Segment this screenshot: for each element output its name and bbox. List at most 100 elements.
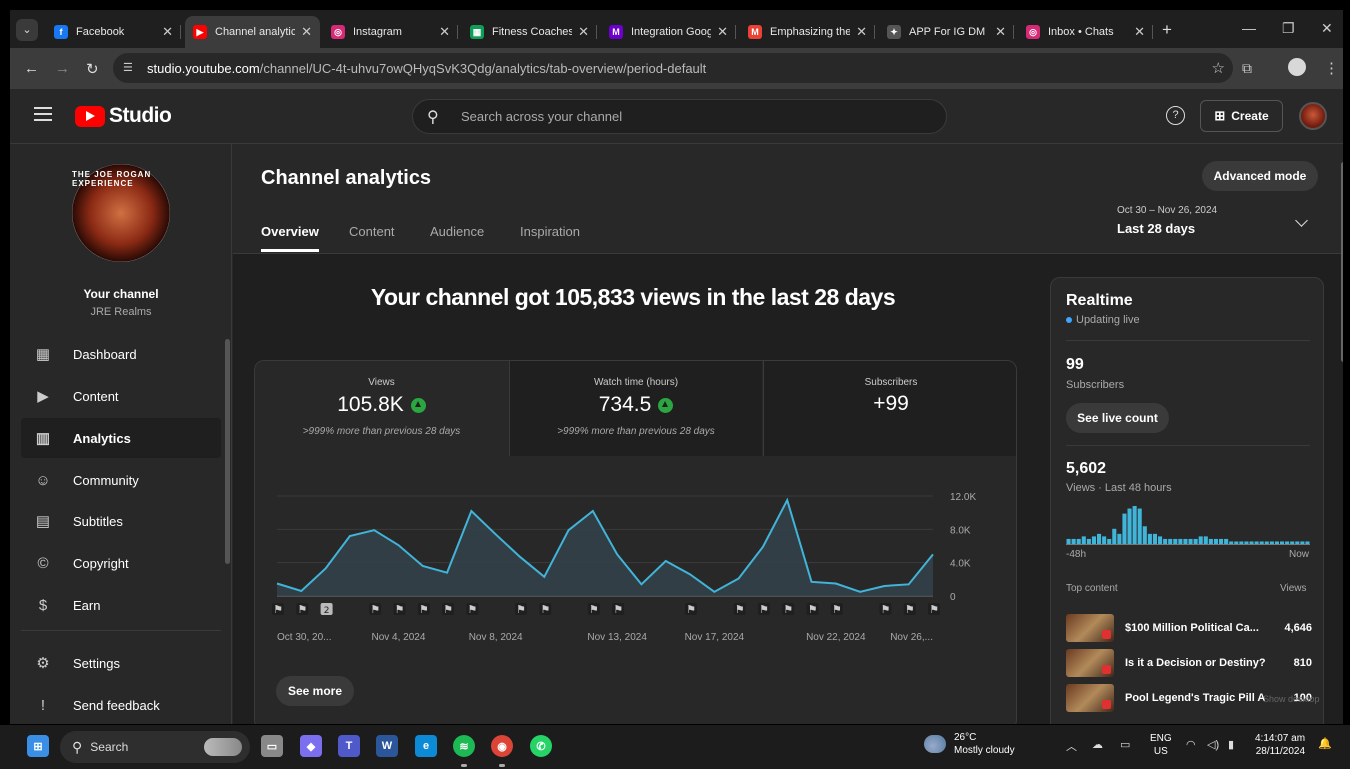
restore-icon[interactable]: ❐ (1282, 20, 1295, 37)
sidebar-scrollbar[interactable] (225, 339, 230, 564)
sidebar-item-copyright[interactable]: © Copyright (21, 543, 221, 583)
tab-audience[interactable]: Audience (430, 224, 484, 249)
sidebar-item-settings[interactable]: ⚙ Settings (21, 643, 221, 683)
browser-menu-icon[interactable]: ⋮ (1324, 59, 1339, 77)
back-icon[interactable]: ← (24, 60, 39, 77)
battery-charging-icon[interactable]: ▮ (1228, 738, 1234, 751)
sidebar-item-send-feedback[interactable]: ! Send feedback (21, 685, 221, 724)
bar (1158, 536, 1163, 544)
wifi-icon[interactable]: ◠ (1186, 738, 1196, 751)
copilot-icon[interactable]: ◆ (300, 735, 322, 757)
tab-inspiration[interactable]: Inspiration (520, 224, 580, 249)
site-info-icon[interactable]: ☰ (123, 61, 133, 74)
reload-icon[interactable]: ↻ (86, 60, 99, 78)
top-content-title: $100 Million Political Ca... (1125, 622, 1259, 634)
taskbar-search[interactable]: ⚲ Search (60, 731, 250, 763)
bar (1097, 533, 1102, 544)
page-scrollbar[interactable] (1341, 162, 1343, 362)
new-tab-button[interactable]: + (1162, 20, 1172, 40)
hamburger-menu-icon[interactable] (34, 107, 52, 121)
top-content-item[interactable]: Is it a Decision or Destiny? ... 810 (1066, 649, 1312, 677)
chevron-down-icon[interactable] (1295, 214, 1308, 227)
close-tab-icon[interactable]: ✕ (301, 24, 312, 40)
page-title: Channel analytics (261, 167, 432, 189)
close-tab-icon[interactable]: ✕ (578, 24, 589, 40)
word-icon[interactable]: W (376, 735, 398, 757)
copyright-icon: © (37, 554, 49, 572)
tab-overview[interactable]: Overview (261, 224, 319, 252)
battery-icon[interactable]: ▭ (1120, 738, 1130, 751)
browser-tab[interactable]: M Emphasizing the ✕ (740, 16, 875, 48)
tab-search-button[interactable]: ⌄ (16, 19, 38, 41)
close-tab-icon[interactable]: ✕ (439, 24, 450, 40)
metric-subscribers[interactable]: Subscribers +99 (763, 361, 1016, 456)
close-tab-icon[interactable]: ✕ (856, 24, 867, 40)
edge-icon[interactable]: e (415, 735, 437, 757)
chrome-icon[interactable]: ◉ (491, 735, 513, 757)
spotify-icon[interactable]: ≋ (453, 735, 475, 757)
bar (1208, 538, 1213, 544)
browser-tab[interactable]: ▶ Channel analytic ✕ (185, 16, 320, 48)
browser-tab-title: Fitness Coaches (492, 26, 573, 38)
browser-tab-title: Channel analytic (215, 26, 296, 38)
extensions-icon[interactable]: ⧉ (1242, 60, 1252, 77)
clock[interactable]: 4:14:07 am 28/11/2024 (1255, 732, 1305, 758)
close-tab-icon[interactable]: ✕ (717, 24, 728, 40)
studio-logo[interactable]: Studio (75, 104, 172, 128)
metric-watch[interactable]: Watch time (hours) 734.5 >999% more than p… (509, 361, 762, 456)
sidebar-item-analytics[interactable]: ▥ Analytics (21, 418, 221, 458)
weather-widget[interactable]: 26°C Mostly cloudy (924, 731, 1015, 757)
see-more-button[interactable]: See more (276, 676, 354, 706)
top-content-item[interactable]: $100 Million Political Ca... 4,646 (1066, 614, 1312, 642)
browser-tab[interactable]: M Integration Goog ✕ (601, 16, 736, 48)
sidebar-item-community[interactable]: ☺ Community (21, 460, 221, 500)
date-period[interactable]: Last 28 days (1117, 221, 1195, 236)
close-tab-icon[interactable]: ✕ (162, 24, 173, 40)
see-live-count-button[interactable]: See live count (1066, 403, 1169, 433)
profile-avatar[interactable] (1288, 58, 1306, 76)
bar (1219, 538, 1224, 544)
sidebar-item-dashboard[interactable]: ▦ Dashboard (21, 334, 221, 374)
minimize-icon[interactable]: — (1242, 20, 1256, 36)
windows-start-icon[interactable]: ⊞ (27, 735, 49, 757)
search-highlight-image (204, 738, 242, 756)
onedrive-icon[interactable]: ☁ (1092, 738, 1103, 751)
close-tab-icon[interactable]: ✕ (1134, 24, 1145, 40)
show-hidden-icons-icon[interactable]: ︿ (1066, 738, 1077, 754)
close-tab-icon[interactable]: ✕ (995, 24, 1006, 40)
account-avatar[interactable] (1299, 102, 1327, 130)
help-icon[interactable]: ? (1166, 106, 1185, 125)
volume-icon[interactable]: ◁) (1207, 738, 1219, 751)
browser-tab-title: Instagram (353, 26, 402, 38)
browser-tab[interactable]: ◎ Instagram ✕ (323, 16, 458, 48)
browser-toolbar: ← → ↻ ☰ studio.youtube.com/channel/UC-4t… (10, 48, 1343, 89)
metric-views[interactable]: Views 105.8K >999% more than previous 28 d… (255, 361, 508, 456)
address-bar[interactable]: ☰ studio.youtube.com/channel/UC-4t-uhvu7… (113, 53, 1233, 83)
advanced-mode-button[interactable]: Advanced mode (1202, 161, 1318, 191)
realtime-subscribers-label: Subscribers (1066, 379, 1125, 391)
sidebar-item-subtitles[interactable]: ▤ Subtitles (21, 501, 221, 541)
browser-tab[interactable]: ◎ Inbox • Chats ✕ (1018, 16, 1153, 48)
realtime-subscribers-value: 99 (1066, 356, 1084, 373)
file-explorer-icon[interactable]: ▭ (261, 735, 283, 757)
views-chart[interactable]: 0 4.0K 8.0K 12.0K ⚑ ⚑ 2 ⚑ ⚑ ⚑ ⚑ ⚑ ⚑ ⚑ ⚑ ⚑ ⚑ ⚑ ⚑ ⚑ ⚑ ⚑ ⚑ ⚑ ⚑ Oct 3… (255, 456, 1017, 651)
create-button[interactable]: ⊞ Create (1200, 100, 1283, 132)
language-indicator[interactable]: ENG US (1150, 732, 1172, 758)
notification-bell-icon[interactable]: 🔔 (1318, 737, 1332, 750)
close-window-icon[interactable]: ✕ (1321, 20, 1333, 37)
sidebar-item-content[interactable]: ▶ Content (21, 376, 221, 416)
browser-tab[interactable]: ✦ APP For IG DM ✕ (879, 16, 1014, 48)
realtime-views-chart[interactable] (1066, 503, 1310, 545)
sidebar-item-earn[interactable]: $ Earn (21, 585, 221, 625)
whatsapp-icon[interactable]: ✆ (530, 735, 552, 757)
browser-tab[interactable]: ▦ Fitness Coaches ✕ (462, 16, 597, 48)
date-range[interactable]: Oct 30 – Nov 26, 2024 (1117, 205, 1217, 216)
bookmark-star-icon[interactable]: ☆ (1212, 59, 1225, 77)
tab-content[interactable]: Content (349, 224, 395, 249)
teams-icon[interactable]: T (338, 735, 360, 757)
search-bar[interactable]: ⚲ Search across your channel (412, 99, 947, 134)
channel-avatar[interactable]: THE JOE ROGAN EXPERIENCE (72, 164, 170, 262)
forward-icon[interactable]: → (55, 60, 70, 77)
browser-tab[interactable]: f Facebook ✕ (46, 16, 181, 48)
upload-marker-glyph: ⚑ (370, 603, 380, 616)
